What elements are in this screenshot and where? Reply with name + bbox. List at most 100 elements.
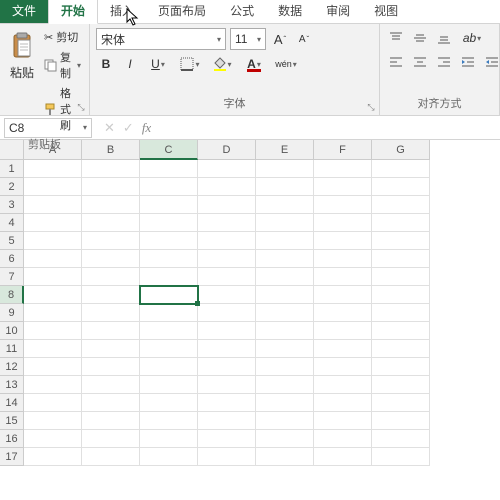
cell[interactable]: [256, 178, 314, 196]
cell[interactable]: [198, 268, 256, 286]
align-bottom-button[interactable]: [434, 28, 454, 48]
cell[interactable]: [314, 286, 372, 304]
cell[interactable]: [314, 178, 372, 196]
row-header[interactable]: 17: [0, 448, 24, 466]
cell[interactable]: [314, 160, 372, 178]
cut-button[interactable]: ✂剪切: [42, 28, 83, 46]
cell[interactable]: [198, 376, 256, 394]
row-header[interactable]: 9: [0, 304, 24, 322]
cell[interactable]: [24, 340, 82, 358]
cell[interactable]: [198, 340, 256, 358]
cell[interactable]: [24, 376, 82, 394]
cell[interactable]: [24, 160, 82, 178]
cell[interactable]: [198, 430, 256, 448]
bold-button[interactable]: B: [96, 54, 116, 74]
cell[interactable]: [82, 250, 140, 268]
cell[interactable]: [140, 304, 198, 322]
cell[interactable]: [24, 250, 82, 268]
row-header[interactable]: 11: [0, 340, 24, 358]
cell[interactable]: [140, 448, 198, 466]
fx-icon[interactable]: fx: [142, 120, 151, 136]
cell[interactable]: [24, 286, 82, 304]
align-right-button[interactable]: [434, 52, 454, 72]
row-header[interactable]: 13: [0, 376, 24, 394]
orientation-button[interactable]: ab▾: [458, 28, 486, 48]
cell[interactable]: [82, 214, 140, 232]
cell[interactable]: [256, 322, 314, 340]
cell[interactable]: [256, 358, 314, 376]
cell[interactable]: [140, 160, 198, 178]
cell[interactable]: [82, 232, 140, 250]
align-center-button[interactable]: [410, 52, 430, 72]
cell[interactable]: [256, 286, 314, 304]
cell[interactable]: [256, 412, 314, 430]
cell[interactable]: [372, 322, 430, 340]
cell[interactable]: [198, 448, 256, 466]
tab-home[interactable]: 开始: [48, 0, 98, 24]
decrease-indent-button[interactable]: [458, 52, 478, 72]
increase-indent-button[interactable]: [482, 52, 500, 72]
cell[interactable]: [140, 232, 198, 250]
tab-formulas[interactable]: 公式: [218, 0, 266, 23]
cell[interactable]: [24, 196, 82, 214]
cell[interactable]: [372, 178, 430, 196]
cell[interactable]: [314, 376, 372, 394]
cell[interactable]: [198, 304, 256, 322]
cell[interactable]: [140, 268, 198, 286]
row-header[interactable]: 3: [0, 196, 24, 214]
phonetic-button[interactable]: wén▾: [272, 54, 300, 74]
font-size-select[interactable]: 11▾: [230, 28, 266, 50]
cell[interactable]: [82, 340, 140, 358]
cell[interactable]: [314, 214, 372, 232]
row-header[interactable]: 4: [0, 214, 24, 232]
cell[interactable]: [198, 412, 256, 430]
cell[interactable]: [140, 250, 198, 268]
row-header[interactable]: 16: [0, 430, 24, 448]
border-button[interactable]: ▾: [176, 54, 204, 74]
cell[interactable]: [372, 358, 430, 376]
cell[interactable]: [82, 394, 140, 412]
cell[interactable]: [372, 160, 430, 178]
cell[interactable]: [24, 268, 82, 286]
cancel-icon[interactable]: ✕: [104, 120, 115, 136]
row-header[interactable]: 2: [0, 178, 24, 196]
cell[interactable]: [372, 448, 430, 466]
cell[interactable]: [82, 268, 140, 286]
cell[interactable]: [256, 232, 314, 250]
cell[interactable]: [372, 304, 430, 322]
cell[interactable]: [82, 412, 140, 430]
cell[interactable]: [256, 160, 314, 178]
cell[interactable]: [256, 304, 314, 322]
cell[interactable]: [314, 322, 372, 340]
cell[interactable]: [24, 358, 82, 376]
tab-data[interactable]: 数据: [266, 0, 314, 23]
cell[interactable]: [24, 394, 82, 412]
font-color-button[interactable]: A▾: [240, 54, 268, 74]
copy-button[interactable]: 复制▾: [42, 48, 83, 82]
cell[interactable]: [256, 214, 314, 232]
cell[interactable]: [314, 412, 372, 430]
cell[interactable]: [198, 232, 256, 250]
cell[interactable]: [256, 250, 314, 268]
cell[interactable]: [82, 196, 140, 214]
cell[interactable]: [314, 394, 372, 412]
row-header[interactable]: 6: [0, 250, 24, 268]
cell[interactable]: [314, 340, 372, 358]
cell[interactable]: [198, 394, 256, 412]
cell[interactable]: [140, 340, 198, 358]
cell[interactable]: [314, 250, 372, 268]
increase-font-button[interactable]: Aˆ: [270, 29, 290, 49]
cell[interactable]: [198, 250, 256, 268]
font-launcher[interactable]: ⤡: [365, 101, 377, 113]
clipboard-launcher[interactable]: ⤡: [75, 101, 87, 113]
cell[interactable]: [372, 340, 430, 358]
cell[interactable]: [314, 358, 372, 376]
cell[interactable]: [198, 358, 256, 376]
cell[interactable]: [24, 214, 82, 232]
col-header[interactable]: F: [314, 140, 372, 160]
col-header[interactable]: D: [198, 140, 256, 160]
cell[interactable]: [198, 286, 256, 304]
cell[interactable]: [372, 376, 430, 394]
formula-input[interactable]: [159, 118, 500, 138]
cell[interactable]: [82, 178, 140, 196]
